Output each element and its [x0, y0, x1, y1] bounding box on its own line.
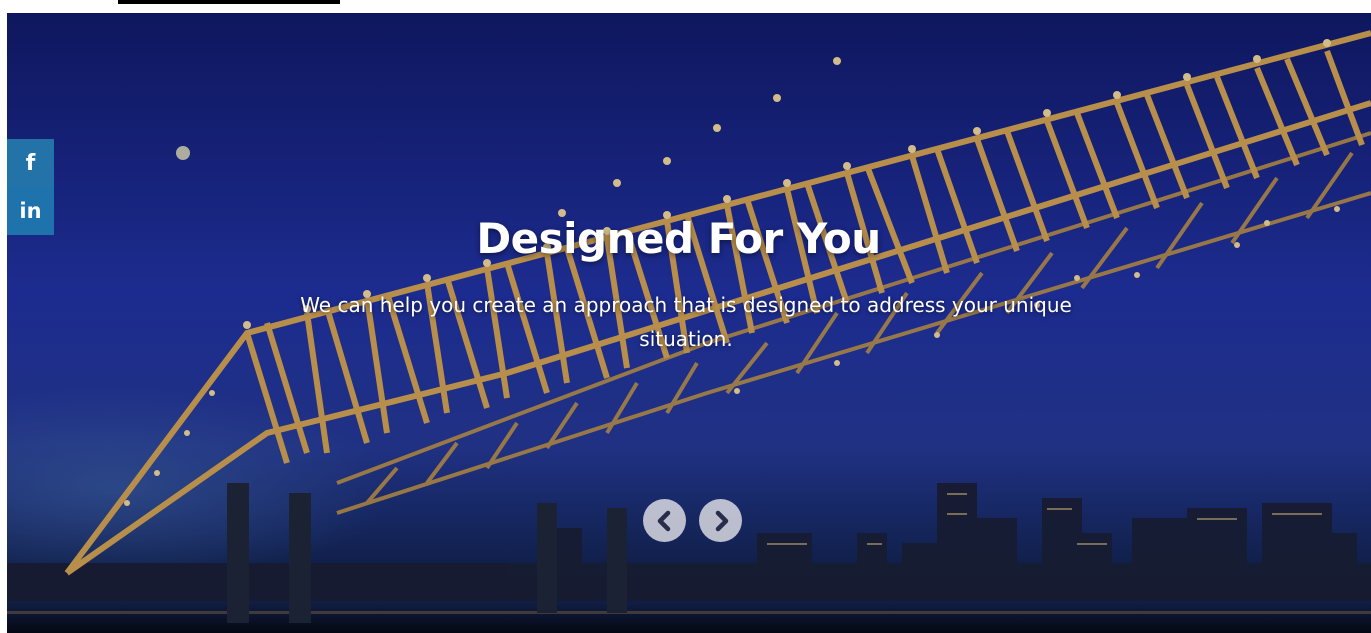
slider-navigation: [643, 499, 743, 543]
chevron-right-icon: [715, 510, 728, 531]
linkedin-icon: in: [19, 199, 42, 223]
slider-next-button[interactable]: [699, 499, 742, 542]
linkedin-button[interactable]: in: [7, 187, 54, 235]
hero-title: Designed For You: [476, 214, 881, 263]
social-share-bar: f in: [7, 139, 54, 235]
header-logo-strip: [118, 0, 340, 4]
facebook-icon: f: [25, 150, 36, 176]
chevron-left-icon: [657, 510, 670, 531]
page: Designed For You We can help you create …: [0, 0, 1371, 633]
slider-prev-button[interactable]: [643, 499, 686, 542]
facebook-button[interactable]: f: [7, 139, 54, 187]
hero-subtitle: We can help you create an approach that …: [300, 293, 1072, 351]
